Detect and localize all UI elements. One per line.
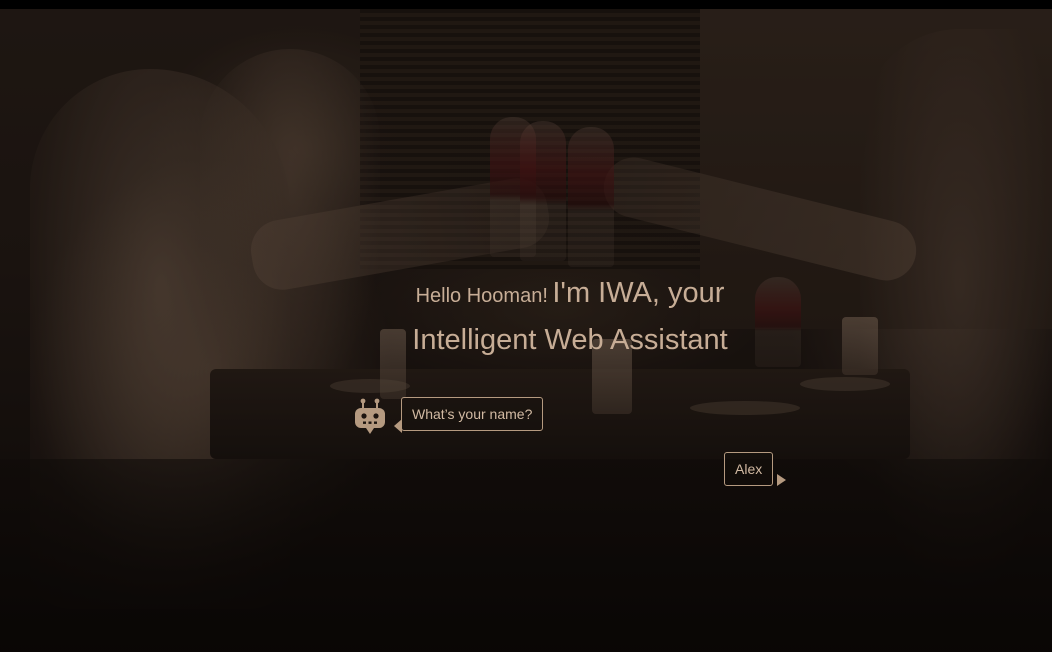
bot-message-bubble: What’s your name? <box>401 397 544 431</box>
robot-icon <box>355 398 385 434</box>
user-bubble-tail <box>777 474 786 486</box>
greeting-intro: I'm IWA, your <box>552 277 725 309</box>
user-message-bubble: Alex <box>724 452 774 486</box>
greeting-subtitle: Intelligent Web Assistant <box>412 324 728 356</box>
iwa-landing-page: Hello Hooman! I'm IWA, your Intelligent … <box>0 0 1052 652</box>
greeting-line: Hello Hooman! I'm IWA, your <box>300 272 840 319</box>
top-bar <box>0 0 1052 9</box>
greeting-heading: Hello Hooman! I'm IWA, your Intelligent … <box>300 272 840 361</box>
greeting-hello: Hello Hooman! <box>415 285 548 307</box>
